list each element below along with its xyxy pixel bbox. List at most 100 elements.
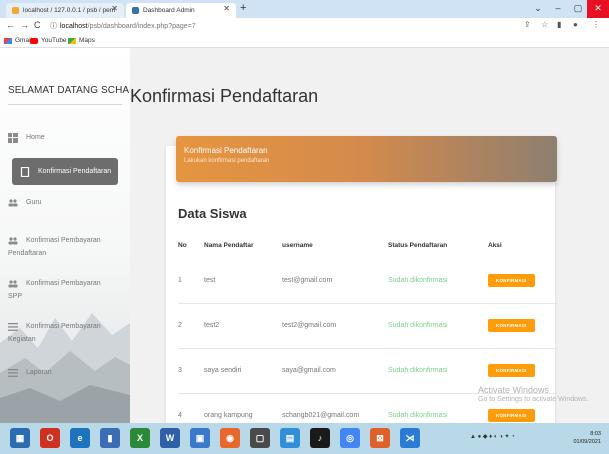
bookmark-youtube[interactable]: YouTube	[30, 35, 67, 47]
firefox-icon[interactable]: ◉	[220, 428, 240, 448]
system-tray-icons[interactable]: ▲ ● ◆ ♦ ◐ ◑ ✦ ◔	[470, 433, 515, 440]
url-field[interactable]: ⓘ localhost/psb/dashboard/index.php?page=…	[50, 20, 480, 33]
card-header: Konfirmasi Pendaftaran Lakukan konfirmas…	[176, 136, 557, 182]
close-tab-icon[interactable]: ✕	[111, 4, 118, 13]
sidebar-item-konfirmasi-pembayaran-kegiatan[interactable]: Konfirmasi Pembayaran	[8, 321, 122, 332]
chrome-icon[interactable]: ◎	[340, 428, 360, 448]
side-panel-icon[interactable]: ▮	[557, 20, 561, 29]
activate-windows-watermark: Activate Windows Go to Settings to activ…	[478, 385, 589, 403]
maps-icon	[68, 38, 76, 44]
cell-no: 3	[178, 348, 204, 394]
divider	[8, 104, 122, 105]
sidebar-item-label: Konfirmasi Pendaftaran	[38, 168, 112, 175]
address-bar: ← → C ⓘ localhost/psb/dashboard/index.php…	[0, 18, 609, 35]
sidebar-item-label-line2: Pendaftaran	[8, 250, 47, 257]
cell-username: saya@gmail.com	[282, 348, 388, 394]
new-tab-button[interactable]: +	[240, 2, 246, 14]
forward-icon[interactable]: →	[20, 20, 29, 30]
vscode-icon[interactable]: ⋊	[400, 428, 420, 448]
window-icon[interactable]: ▢	[250, 428, 270, 448]
list-icon	[8, 323, 18, 331]
share-icon[interactable]: ⇪	[524, 20, 531, 29]
gmail-icon	[4, 38, 12, 44]
sidebar-item-label: Home	[26, 134, 45, 141]
opera-icon[interactable]: O	[40, 428, 60, 448]
dashboard-icon	[8, 133, 18, 143]
sidebar-item-label: Konfirmasi Pembayaran	[26, 280, 101, 287]
card-subtitle: Lakukan konfirmasi pendaftaran	[184, 158, 270, 164]
cell-username: test@gmail.com	[282, 258, 388, 304]
browser-tab-bar: localhost / 127.0.0.1 / psb / pem ✕ Dash…	[0, 0, 609, 18]
tab-label: localhost / 127.0.0.1 / psb / pem	[23, 7, 116, 14]
sidebar-item-label: Guru	[26, 199, 42, 206]
cell-no: 1	[178, 258, 204, 304]
column-header-username: username	[282, 241, 313, 249]
table-row: 1 test test@gmail.com Sudah dikonfirmasi…	[178, 258, 558, 304]
konfirmasi-button[interactable]: KONFIRMASI	[488, 364, 535, 377]
notepad-icon[interactable]: ▤	[280, 428, 300, 448]
tab-phpmyadmin[interactable]: localhost / 127.0.0.1 / psb / pem ✕	[6, 3, 124, 18]
main-content: Konfirmasi Pendaftaran Konfirmasi Pendaf…	[130, 48, 609, 423]
sidebar: SELAMAT DATANG SCHAN Home Konfirmasi Pen…	[0, 48, 130, 423]
cell-status: Sudah dikonfirmasi	[388, 303, 488, 349]
column-header-no: No	[178, 241, 187, 249]
card-title: Konfirmasi Pendaftaran	[184, 146, 268, 155]
sidebar-item-label: Laporan	[26, 369, 52, 376]
konfirmasi-button[interactable]: KONFIRMASI	[488, 273, 535, 287]
sidebar-item-konfirmasi-pembayaran-pendaftaran[interactable]: Konfirmasi Pembayaran	[8, 235, 122, 246]
sidebar-item-label-line2: Kegiatan	[8, 336, 36, 343]
cell-nama: test	[204, 258, 282, 304]
column-header-status: Status Pendaftaran	[388, 241, 448, 249]
table-header-row: No Nama Pendaftar username Status Pendaf…	[178, 232, 558, 258]
cell-status: Sudah dikonfirmasi	[388, 258, 488, 304]
cell-status: Sudah dikonfirmasi	[388, 348, 488, 394]
sidebar-item-home[interactable]: Home	[8, 132, 122, 143]
konfirmasi-button[interactable]: KONFIRMASI	[488, 409, 535, 422]
list-icon	[8, 369, 18, 377]
cell-username: schangb021@gmail.com	[282, 393, 388, 423]
cell-status: Sudah dikonfirmasi	[388, 393, 488, 423]
star-icon[interactable]: ☆	[541, 20, 548, 29]
bookmark-maps[interactable]: Maps	[68, 35, 95, 47]
column-header-aksi: Aksi	[488, 241, 502, 249]
clock[interactable]: 8:03 01/09/2021	[573, 430, 601, 446]
kebab-menu-icon[interactable]: ⋮	[592, 20, 600, 29]
sidebar-brand: SELAMAT DATANG SCHAN	[8, 85, 130, 96]
document-icon	[20, 167, 30, 177]
tiktok-icon[interactable]: ♪	[310, 428, 330, 448]
column-header-nama: Nama Pendaftar	[204, 241, 254, 249]
cell-no: 4	[178, 393, 204, 423]
desktop-icon[interactable]: ▮	[100, 428, 120, 448]
xampp-icon[interactable]: ⊠	[370, 428, 390, 448]
word-icon[interactable]: W	[160, 428, 180, 448]
bookmark-gmail[interactable]: Gmail	[4, 35, 32, 47]
back-icon[interactable]: ←	[6, 20, 15, 30]
close-window-icon[interactable]: ✕	[587, 0, 609, 18]
maximize-icon[interactable]: ▢	[569, 0, 587, 18]
ie-icon[interactable]: e	[70, 428, 90, 448]
sidebar-item-guru[interactable]: Guru	[8, 197, 122, 208]
profile-icon[interactable]: ●	[573, 20, 578, 29]
excel-icon[interactable]: X	[130, 428, 150, 448]
sidebar-item-label-line2: SPP	[8, 293, 23, 300]
cell-nama: orang kampung	[204, 393, 282, 423]
reload-icon[interactable]: C	[34, 20, 41, 30]
people-icon	[8, 199, 18, 207]
info-icon[interactable]: ⓘ	[50, 23, 57, 30]
close-tab-icon[interactable]: ✕	[223, 4, 230, 13]
sidebar-item-laporan[interactable]: Laporan	[8, 367, 122, 378]
sidebar-item-konfirmasi-pendaftaran[interactable]: Konfirmasi Pendaftaran	[12, 158, 118, 185]
table-row: 2 test2 test2@gmail.com Sudah dikonfirma…	[178, 303, 558, 349]
tab-dashboard-admin[interactable]: Dashboard Admin ✕	[126, 3, 236, 18]
sidebar-item-konfirmasi-pembayaran-spp[interactable]: Konfirmasi Pembayaran	[8, 278, 122, 289]
bookmarks-bar: Gmail YouTube Maps	[0, 35, 609, 48]
cell-no: 2	[178, 303, 204, 349]
start-icon[interactable]: ▦	[10, 428, 30, 448]
file-explorer-icon[interactable]: ▣	[190, 428, 210, 448]
minimize-icon[interactable]: –	[549, 0, 567, 18]
cell-username: test2@gmail.com	[282, 303, 388, 349]
konfirmasi-button[interactable]: KONFIRMASI	[488, 319, 535, 332]
windows-taskbar: ▦ O e ▮ X W ▣ ◉ ▢ ▤ ♪ ◎ ⊠ ⋊ ▲ ● ◆ ♦ ◐ ◑ …	[0, 423, 609, 454]
cell-nama: saya sendiri	[204, 348, 282, 394]
chevron-down-icon[interactable]: ⌄	[529, 0, 547, 18]
